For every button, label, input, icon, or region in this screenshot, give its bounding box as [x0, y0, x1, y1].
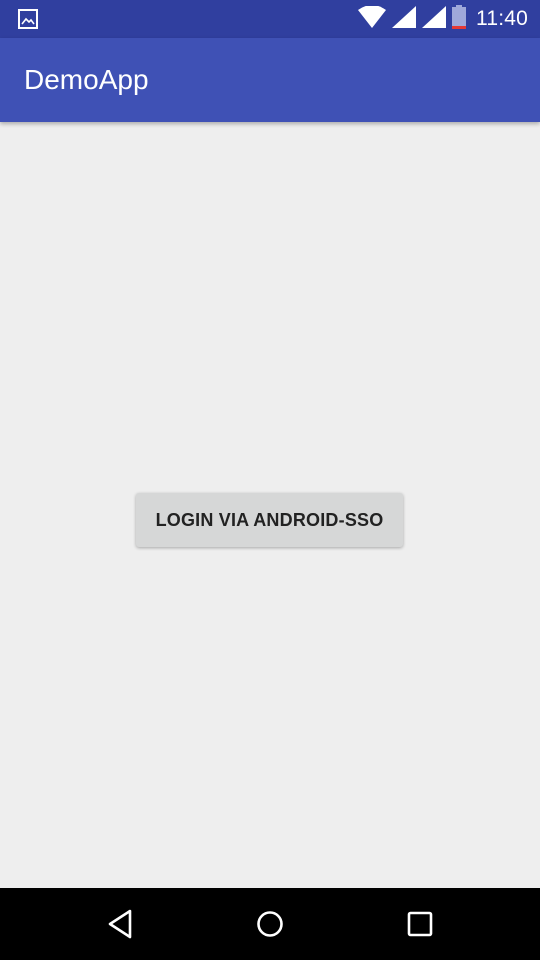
- battery-icon: [452, 4, 466, 34]
- status-icons: 11:40: [352, 0, 528, 38]
- screen: 11:40 DemoApp LOGIN VIA ANDROID-SSO: [0, 0, 540, 960]
- login-button[interactable]: LOGIN VIA ANDROID-SSO: [136, 493, 403, 547]
- app-bar: DemoApp: [0, 38, 540, 122]
- recents-icon[interactable]: [402, 906, 438, 942]
- image-notification-icon: [18, 9, 38, 29]
- app-title: DemoApp: [24, 64, 149, 95]
- wifi-icon: [358, 4, 386, 33]
- signal-icon: [392, 5, 416, 33]
- status-time: 11:40: [476, 7, 528, 30]
- navigation-bar: [0, 888, 540, 960]
- main-content: LOGIN VIA ANDROID-SSO: [0, 122, 540, 888]
- home-icon[interactable]: [252, 906, 288, 942]
- status-bar: 11:40: [0, 0, 540, 38]
- back-icon[interactable]: [102, 906, 138, 942]
- signal-icon: [422, 5, 446, 33]
